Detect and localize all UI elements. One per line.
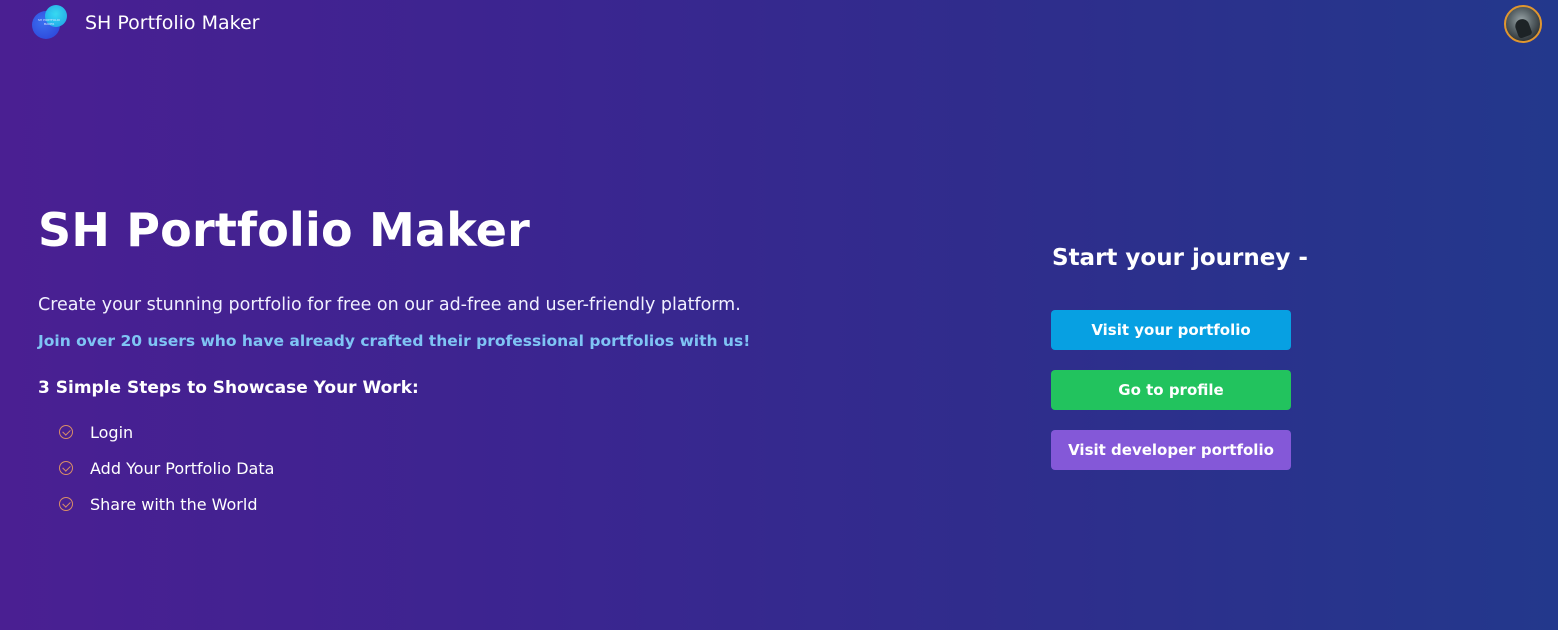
visit-portfolio-button[interactable]: Visit your portfolio (1051, 310, 1291, 350)
step-item-add-data: Add Your Portfolio Data (59, 450, 274, 486)
check-circle-icon (59, 461, 73, 475)
user-avatar[interactable] (1504, 5, 1542, 43)
hero-join-text: Join over 20 users who have already craf… (38, 332, 751, 350)
hero-description: Create your stunning portfolio for free … (38, 295, 741, 315)
step-label: Login (90, 422, 134, 442)
steps-list: Login Add Your Portfolio Data Share with… (59, 414, 274, 522)
check-circle-icon (59, 497, 73, 511)
hero-title: SH Portfolio Maker (38, 203, 531, 257)
step-label: Add Your Portfolio Data (90, 458, 275, 478)
logo-text: SH PORTFOLIO MAKER (38, 18, 60, 26)
step-item-share: Share with the World (59, 486, 274, 522)
visit-developer-portfolio-button[interactable]: Visit developer portfolio (1051, 430, 1291, 470)
go-to-profile-button[interactable]: Go to profile (1051, 370, 1291, 410)
check-circle-icon (59, 425, 73, 439)
cta-heading: Start your journey - (1052, 245, 1308, 271)
logo-icon[interactable]: SH PORTFOLIO MAKER (31, 5, 69, 41)
brand-name[interactable]: SH Portfolio Maker (85, 12, 259, 34)
navbar: SH PORTFOLIO MAKER SH Portfolio Maker (0, 0, 1558, 48)
step-label: Share with the World (90, 494, 258, 514)
step-item-login: Login (59, 414, 274, 450)
steps-title: 3 Simple Steps to Showcase Your Work: (38, 378, 419, 398)
avatar-figure (1513, 17, 1533, 39)
